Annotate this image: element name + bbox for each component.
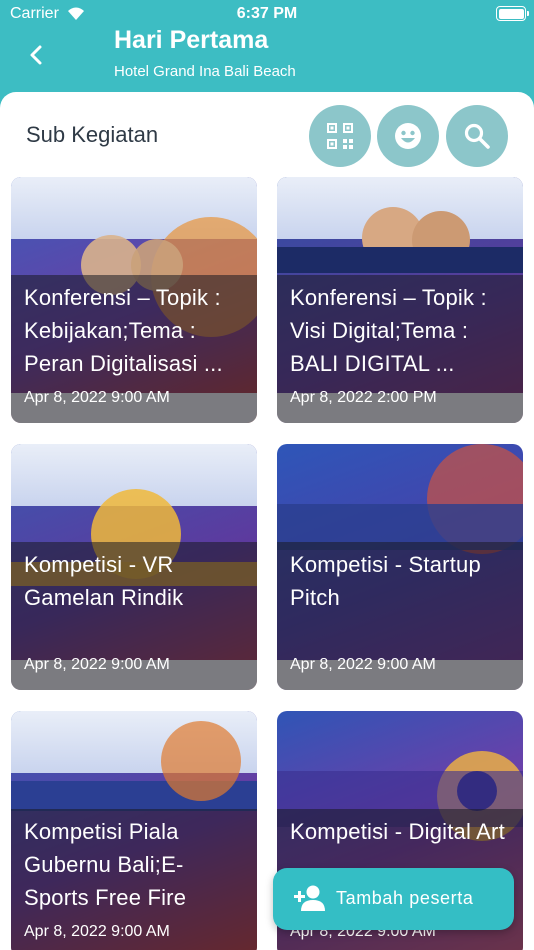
add-person-icon: [293, 884, 327, 917]
chevron-left-icon: [30, 45, 42, 65]
status-time: 6:37 PM: [236, 5, 298, 22]
event-date: Apr 8, 2022 9:00 AM: [290, 656, 436, 673]
section-title: Sub Kegiatan: [26, 122, 159, 147]
event-date: Apr 8, 2022 9:00 AM: [24, 923, 170, 940]
event-title: Kompetisi Piala Gubernu Bali;E-Sports Fr…: [24, 819, 187, 910]
status-bar: Carrier 6:37 PM: [0, 0, 534, 28]
event-title: Konferensi – Topik : Visi Digital;Tema :…: [290, 285, 487, 376]
event-card[interactable]: Kompetisi Piala Gubernu Bali;E-Sports Fr…: [11, 711, 257, 950]
event-date: Apr 8, 2022 9:00 AM: [24, 656, 170, 673]
qr-code-icon: [327, 123, 353, 149]
add-participant-label: Tambah peserta: [336, 888, 474, 908]
event-card[interactable]: Kompetisi - VR Gamelan Rindik Apr 8, 202…: [11, 444, 257, 690]
event-card[interactable]: Konferensi – Topik : Visi Digital;Tema :…: [277, 177, 523, 423]
event-card[interactable]: Kompetisi - Startup Pitch Apr 8, 2022 9:…: [277, 444, 523, 690]
search-icon: [464, 123, 490, 149]
qr-scan-button[interactable]: [309, 105, 371, 167]
add-participant-button[interactable]: Tambah peserta: [273, 868, 514, 930]
event-date: Apr 8, 2022 2:00 PM: [290, 389, 437, 406]
content-sheet: Sub Kegiatan Konferensi – Topik: Kebija…: [0, 92, 534, 950]
event-date: Apr 8, 2022 9:00 AM: [24, 389, 170, 406]
search-button[interactable]: [446, 105, 508, 167]
page-title: Hari Pertama: [114, 26, 269, 54]
event-card[interactable]: Konferensi – Topik : Kebijakan;Tema : Pe…: [11, 177, 257, 423]
face-button[interactable]: [377, 105, 439, 167]
face-icon: [395, 123, 421, 149]
battery-icon: [496, 6, 529, 21]
back-button[interactable]: [22, 40, 52, 70]
event-title: Kompetisi - Startup Pitch: [290, 552, 481, 610]
page-subtitle: Hotel Grand Ina Bali Beach: [114, 63, 296, 80]
event-title: Kompetisi - VR Gamelan Rindik: [24, 552, 184, 610]
event-title: Konferensi – Topik : Kebijakan;Tema : Pe…: [24, 285, 223, 376]
